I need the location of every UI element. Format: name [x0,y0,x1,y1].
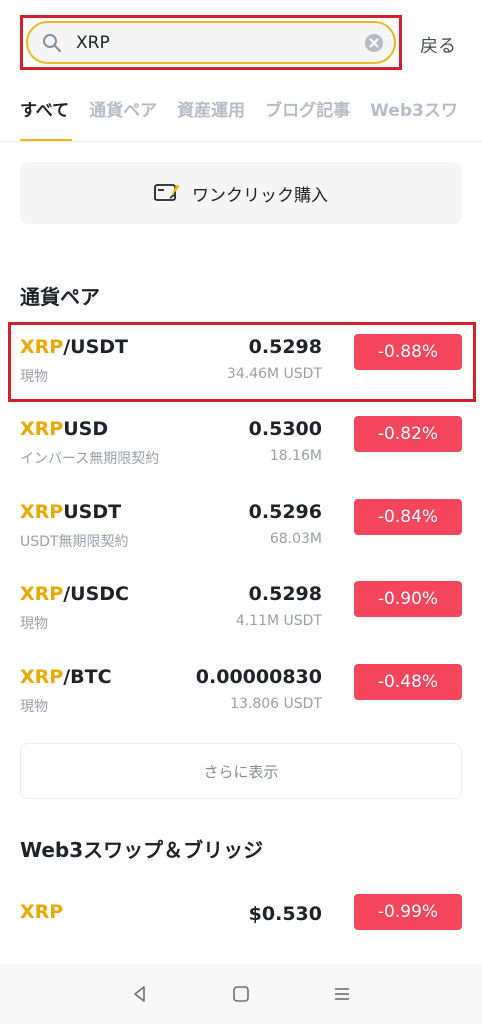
square-home-icon[interactable] [229,982,253,1006]
pair-volume: 34.46M USDT [226,366,322,382]
pair-price: 0.5300 [248,418,322,440]
pairs-section-title: 通貨ペア [20,285,100,309]
tab-earn[interactable]: 資産運用 [177,98,245,141]
pair-type: 現物 [20,616,48,632]
system-nav-bar [0,964,482,1024]
pair-type: 現物 [20,699,48,715]
pair-type: インバース無期限契約 [20,451,160,467]
change-badge: -0.99% [354,894,462,930]
pair-symbol: XRPUSDT [20,501,122,523]
web3-row-xrp[interactable]: XRP $0.530 -0.99% [20,893,462,955]
pair-symbol: XRPUSD [20,418,109,440]
search-input[interactable] [76,32,364,53]
tab-pairs[interactable]: 通貨ペア [89,98,157,141]
pair-volume: 68.03M [269,531,322,547]
tab-all[interactable]: すべて [20,98,73,141]
pair-price: 0.5298 [248,583,322,605]
pair-type: USDT無期限契約 [20,534,129,550]
pair-volume: 13.806 USDT [230,696,322,712]
pair-price: 0.00000830 [195,666,322,688]
web3-section-title: Web3スワップ＆ブリッジ [20,838,264,862]
change-badge: -0.48% [354,664,462,700]
category-tabs: すべて 通貨ペア 資産運用 ブログ記事 Web3スワ [0,98,482,142]
change-badge: -0.84% [354,499,462,535]
pair-row-xrpusdt-perp[interactable]: XRPUSDT USDT無期限契約 0.5296 68.03M -0.84% [20,495,462,557]
rocket-card-icon [154,182,182,204]
pair-symbol: XRP/USDC [20,583,129,605]
back-button[interactable]: 戻る [420,32,456,58]
tab-blog[interactable]: ブログ記事 [265,98,350,141]
pair-symbol: XRP/BTC [20,666,112,688]
triangle-back-icon[interactable] [128,982,152,1006]
change-badge: -0.90% [354,581,462,617]
pair-volume: 4.11M USDT [235,613,322,629]
pair-row-xrp-usdc[interactable]: XRP/USDC 現物 0.5298 4.11M USDT -0.90% [20,577,462,639]
one-click-buy-label: ワンクリック購入 [192,185,328,206]
token-price: $0.530 [248,903,322,925]
search-icon [42,33,62,53]
token-symbol: XRP [20,901,64,923]
search-bar[interactable] [26,21,396,64]
hamburger-menu-icon[interactable] [330,982,354,1006]
pair-price: 0.5298 [248,336,322,358]
tab-web3[interactable]: Web3スワ [370,98,458,141]
pair-row-xrp-btc[interactable]: XRP/BTC 現物 0.00000830 13.806 USDT -0.48% [20,660,462,722]
clear-icon[interactable] [364,33,384,53]
pair-row-xrp-usdt[interactable]: XRP/USDT 現物 0.5298 34.46M USDT -0.88% [8,322,476,402]
show-more-button[interactable]: さらに表示 [20,743,462,799]
pair-row-xrpusd[interactable]: XRPUSD インバース無期限契約 0.5300 18.16M -0.82% [20,412,462,474]
change-badge: -0.82% [354,416,462,452]
pair-price: 0.5296 [248,501,322,523]
pair-type: 現物 [20,369,48,385]
change-badge: -0.88% [354,334,462,370]
pair-symbol: XRP/USDT [20,336,129,358]
pair-volume: 18.16M [269,448,322,464]
one-click-buy-button[interactable]: ワンクリック購入 [20,162,462,224]
search-highlight-box [20,15,402,70]
